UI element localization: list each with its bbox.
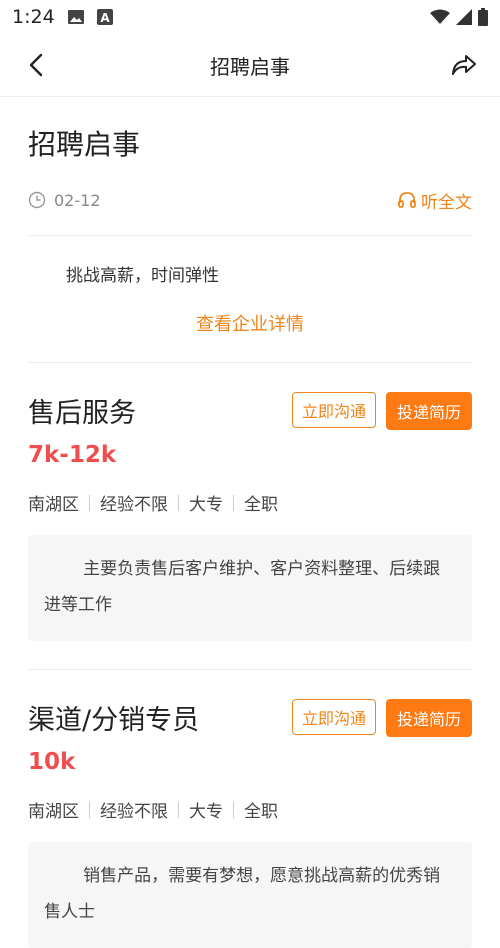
chat-now-button[interactable]: 立即沟通: [292, 698, 376, 735]
tag-separator: [89, 801, 90, 818]
job-description: 销售产品，需要有梦想，愿意挑战高薪的优秀销售人士: [28, 842, 472, 948]
submit-resume-button[interactable]: 投递简历: [386, 391, 472, 430]
top-nav-bar: 招聘启事: [0, 34, 500, 97]
publish-date: 02-12: [54, 190, 101, 210]
company-details-link[interactable]: 查看企业详情: [28, 310, 472, 336]
job-header: 售后服务 立即沟通 投递简历: [28, 391, 472, 430]
job-header: 渠道/分销专员 立即沟通 投递简历: [28, 698, 472, 737]
tag-separator: [89, 494, 90, 511]
tag-experience: 经验不限: [100, 802, 168, 822]
tag-experience: 经验不限: [100, 495, 168, 515]
job-tags: 南湖区 经验不限 大专 全职: [28, 490, 472, 515]
tag-location: 南湖区: [28, 802, 79, 822]
tag-location: 南湖区: [28, 495, 79, 515]
tag-separator: [233, 801, 234, 818]
article-title: 招聘启事: [28, 128, 141, 161]
tag-separator: [178, 801, 179, 818]
font-a-icon: A: [96, 9, 113, 25]
tag-separator: [178, 494, 179, 511]
page-title: 招聘启事: [210, 54, 290, 79]
job-title: 渠道/分销专员: [28, 705, 200, 736]
tag-education: 大专: [189, 802, 223, 822]
clock-icon: [28, 191, 46, 209]
listen-label: 听全文: [421, 192, 472, 213]
share-icon[interactable]: [450, 52, 478, 78]
listen-full-button[interactable]: 听全文: [397, 188, 472, 213]
headphones-icon: [397, 190, 417, 210]
chevron-left-icon[interactable]: [24, 52, 50, 78]
job-card: 售后服务 立即沟通 投递简历 7k-12k 南湖区 经验不限 大专 全职 主要负…: [28, 363, 472, 670]
tag-education: 大专: [189, 495, 223, 515]
tag-job-type: 全职: [244, 802, 278, 822]
tag-separator: [233, 494, 234, 511]
submit-resume-button[interactable]: 投递简历: [386, 698, 472, 737]
job-title: 售后服务: [28, 398, 136, 429]
job-description: 主要负责售后客户维护、客户资料整理、后续跟进等工作: [28, 535, 472, 641]
job-salary: 10k: [28, 749, 76, 775]
chat-now-button[interactable]: 立即沟通: [292, 391, 376, 428]
job-salary: 7k-12k: [28, 442, 117, 468]
battery-icon: [478, 8, 488, 26]
status-bar: 1:24 A: [0, 0, 500, 34]
wifi-icon: [430, 9, 450, 25]
intro-text: 挑战高薪，时间弹性: [66, 266, 219, 286]
job-tags: 南湖区 经验不限 大专 全职: [28, 797, 472, 822]
article-meta: 02-12 听全文: [28, 188, 472, 213]
article-content: 招聘启事 02-12 听全文 挑战高薪，时间弹性 查看企业详情 售后服务 立即沟…: [0, 127, 500, 948]
divider: [28, 235, 472, 236]
signal-icon: [456, 9, 472, 25]
status-time: 1:24: [12, 6, 55, 28]
image-icon: [67, 9, 85, 25]
svg-text:A: A: [100, 11, 110, 25]
job-card: 渠道/分销专员 立即沟通 投递简历 10k 南湖区 经验不限 大专 全职 销售产…: [28, 670, 472, 948]
tag-job-type: 全职: [244, 495, 278, 515]
